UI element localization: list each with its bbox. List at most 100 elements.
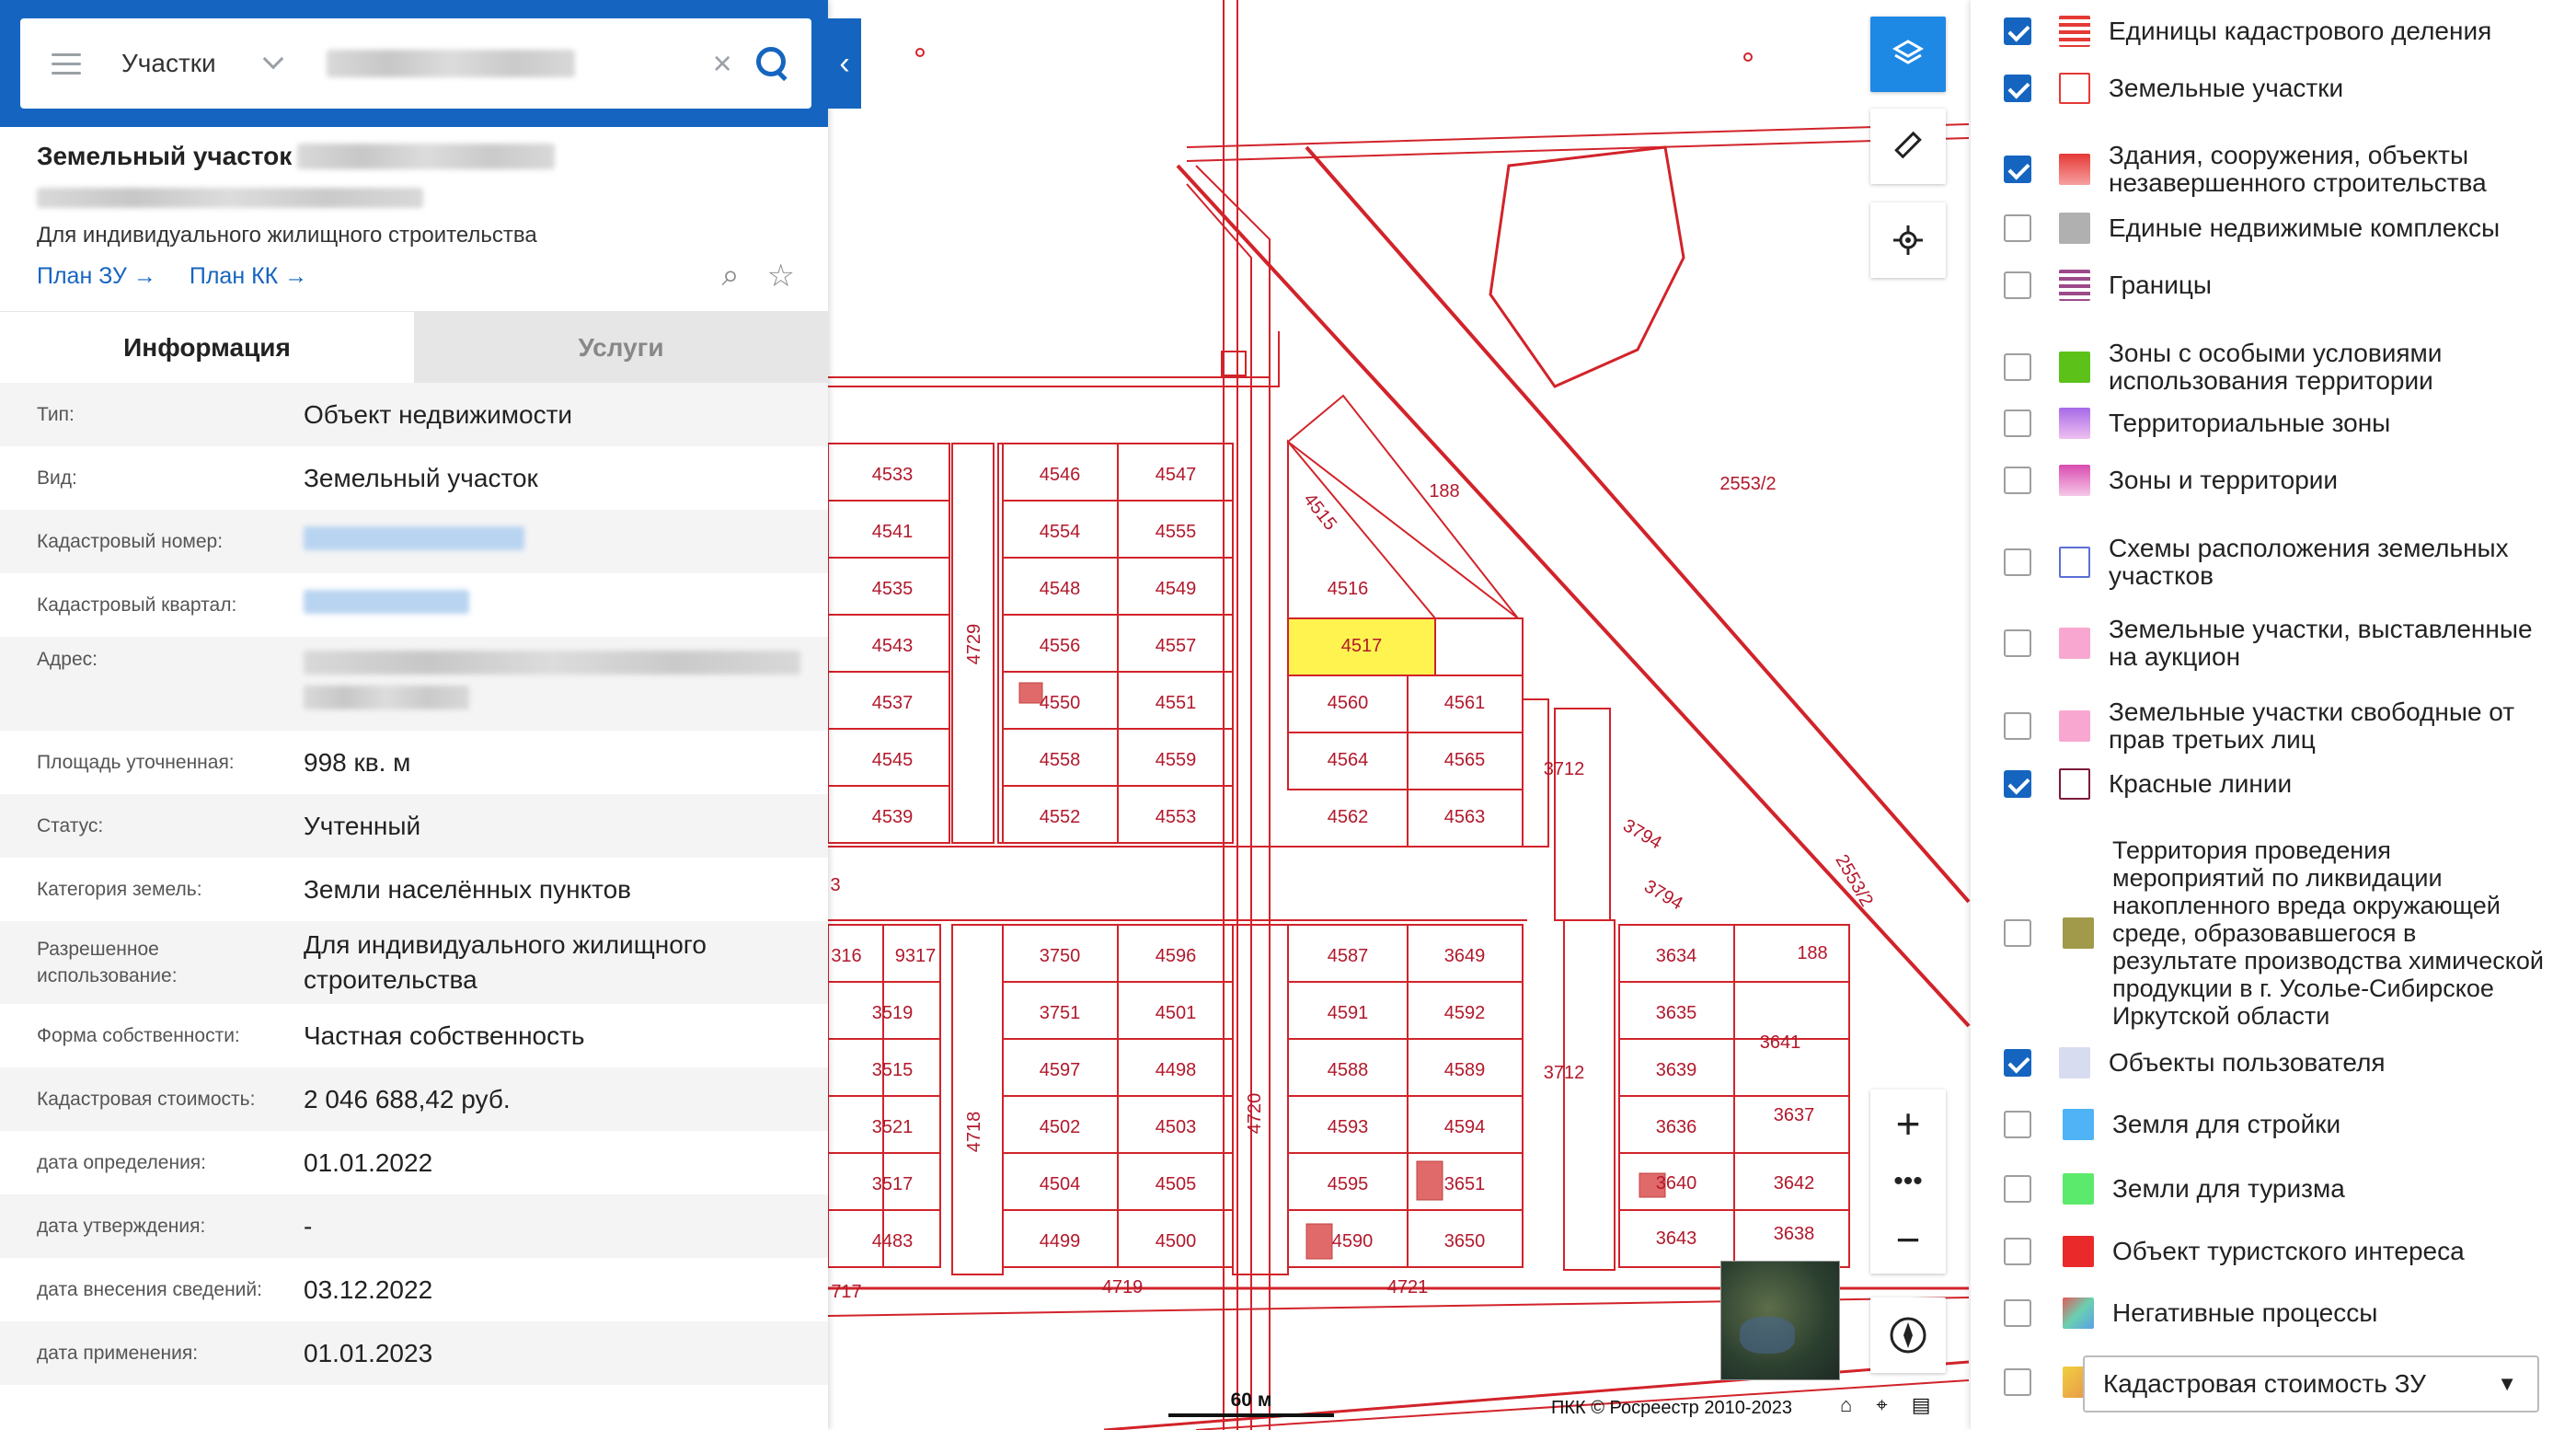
- collapse-panel-button[interactable]: ‹: [828, 18, 861, 109]
- layer-swatch-icon: [2059, 1047, 2090, 1078]
- star-icon[interactable]: ☆: [767, 258, 795, 294]
- layer-checkbox[interactable]: [2004, 1238, 2031, 1265]
- parcel-number: 4563: [1444, 807, 1486, 827]
- cadastral-cost-select[interactable]: Кадастровая стоимость ЗУ ▼: [2083, 1355, 2539, 1413]
- measure-button[interactable]: [1870, 109, 1946, 184]
- layer-item[interactable]: Негативные процессы: [2004, 1297, 2558, 1329]
- layer-checkbox[interactable]: [2004, 353, 2031, 381]
- search-input[interactable]: [326, 50, 575, 77]
- compass-button[interactable]: [1870, 1297, 1946, 1373]
- parcel-number: 3751: [1040, 1003, 1081, 1023]
- layer-checkbox[interactable]: [2004, 467, 2031, 494]
- parcel-number: 3794: [1640, 876, 1686, 914]
- plan-kk-link[interactable]: План КК →: [190, 263, 307, 290]
- field-value: Для индивидуального жилищного строительс…: [304, 930, 707, 994]
- layer-item[interactable]: Зоны с особыми условиями использования т…: [2004, 340, 2558, 395]
- parcel-number: 4546: [1040, 465, 1081, 485]
- satellite-basemap-toggle[interactable]: [1720, 1261, 1840, 1380]
- parcel-number: 4559: [1156, 750, 1197, 770]
- layer-item[interactable]: Земли для туризма: [2004, 1173, 2558, 1205]
- road-boundary: [1176, 164, 1971, 1028]
- home-icon[interactable]: ⌂: [1840, 1393, 1852, 1417]
- parcel-number: 4500: [1156, 1231, 1197, 1251]
- field-label: Статус:: [37, 815, 104, 836]
- table-row: Тип: Объект недвижимости: [0, 383, 828, 446]
- parcel-number: 3638: [1774, 1224, 1815, 1244]
- tab-services[interactable]: Услуги: [414, 312, 828, 383]
- layer-item[interactable]: Территориальные зоны: [2004, 408, 2558, 439]
- layer-checkbox[interactable]: [2004, 629, 2031, 657]
- plan-zu-link[interactable]: План ЗУ →: [37, 263, 156, 290]
- layer-item[interactable]: Здания, сооружения, объекты незавершенно…: [2004, 142, 2558, 197]
- parcel-number: 4541: [872, 522, 914, 542]
- cadastral-number-link[interactable]: [304, 525, 524, 550]
- layer-checkbox[interactable]: [2004, 156, 2031, 183]
- layer-checkbox[interactable]: [2004, 1175, 2031, 1203]
- zoom-out-button[interactable]: −: [1896, 1217, 1921, 1263]
- layer-item[interactable]: Территория проведения мероприятий по лик…: [2004, 836, 2558, 1030]
- layer-item[interactable]: Объект туристского интереса: [2004, 1236, 2558, 1267]
- field-value: 03.12.2022: [304, 1274, 433, 1304]
- layer-item[interactable]: Земельные участки свободные от прав трет…: [2004, 698, 2558, 754]
- field-value: Частная собственность: [304, 1021, 585, 1050]
- cadastral-quarter-link[interactable]: [304, 589, 469, 614]
- parcel-number: 4556: [1040, 636, 1081, 656]
- chevron-down-icon[interactable]: [262, 48, 283, 70]
- layer-checkbox[interactable]: [2004, 770, 2031, 798]
- layer-label: Земельные участки: [2109, 74, 2344, 102]
- layer-item[interactable]: Зоны и территории: [2004, 465, 2558, 496]
- close-icon[interactable]: ×: [713, 44, 732, 83]
- parcel-number: 3637: [1774, 1105, 1815, 1125]
- layer-item[interactable]: Красные линии: [2004, 768, 2558, 800]
- layer-item[interactable]: Земельные участки, выставленные на аукци…: [2004, 616, 2558, 671]
- layer-item[interactable]: Объекты пользователя: [2004, 1047, 2558, 1078]
- layer-item[interactable]: Схемы расположения земельных участков: [2004, 535, 2558, 590]
- parcel-number: 4720: [1245, 1093, 1265, 1135]
- parcel-number: 4547: [1156, 465, 1197, 485]
- field-label: дата применения:: [37, 1343, 199, 1364]
- layer-checkbox[interactable]: [2004, 712, 2031, 740]
- target-icon[interactable]: ⌖: [1876, 1393, 1887, 1417]
- layer-item[interactable]: Земельные участки: [2004, 73, 2558, 104]
- layer-item[interactable]: Границы: [2004, 270, 2558, 301]
- parcel-boundary: [997, 443, 1004, 844]
- layer-label: Земли для туризма: [2112, 1174, 2345, 1203]
- locate-button[interactable]: [1870, 202, 1946, 278]
- parcel-number: 4596: [1156, 946, 1197, 966]
- layer-checkbox[interactable]: [2004, 1049, 2031, 1077]
- menu-icon[interactable]: [52, 52, 81, 75]
- layer-checkbox[interactable]: [2004, 548, 2031, 576]
- layer-item[interactable]: Единые недвижимые комплексы: [2004, 213, 2558, 244]
- layer-label: Единые недвижимые комплексы: [2109, 213, 2501, 242]
- tab-information[interactable]: Информация: [0, 312, 414, 383]
- layer-checkbox[interactable]: [2004, 1111, 2031, 1138]
- field-value: Земли населённых пунктов: [304, 874, 632, 904]
- layer-checkbox[interactable]: [2004, 75, 2031, 102]
- layer-swatch-icon: [2059, 352, 2090, 383]
- field-label: дата определения:: [37, 1152, 207, 1173]
- layer-label: Красные линии: [2109, 769, 2293, 798]
- layer-checkbox[interactable]: [2004, 1368, 2031, 1396]
- search-icon[interactable]: [754, 45, 791, 82]
- search-type-select[interactable]: Участки: [121, 49, 216, 78]
- search-document-icon[interactable]: ⌕: [721, 258, 739, 294]
- more-button[interactable]: •••: [1893, 1159, 1923, 1205]
- layer-item[interactable]: Земля для стройки: [2004, 1109, 2558, 1140]
- layer-checkbox[interactable]: [2004, 1299, 2031, 1327]
- layer-checkbox[interactable]: [2004, 214, 2031, 242]
- parcel-number: 4721: [1387, 1277, 1429, 1297]
- parcel-number: 3649: [1444, 946, 1486, 966]
- layer-checkbox[interactable]: [2004, 919, 2031, 947]
- layer-swatch-icon: [2063, 917, 2094, 949]
- layer-checkbox[interactable]: [2004, 271, 2031, 299]
- layer-label: Здания, сооружения, объекты незавершенно…: [2109, 141, 2487, 197]
- layer-checkbox[interactable]: [2004, 409, 2031, 437]
- parcel-number: 3640: [1656, 1173, 1697, 1194]
- legend-icon[interactable]: ▤: [1912, 1393, 1931, 1417]
- parcel-number: 3521: [872, 1117, 914, 1137]
- layer-item[interactable]: Единицы кадастрового деления: [2004, 16, 2558, 47]
- zoom-in-button[interactable]: +: [1896, 1101, 1921, 1147]
- layer-checkbox[interactable]: [2004, 17, 2031, 45]
- address-redacted: [304, 651, 800, 675]
- layers-button[interactable]: [1870, 17, 1946, 92]
